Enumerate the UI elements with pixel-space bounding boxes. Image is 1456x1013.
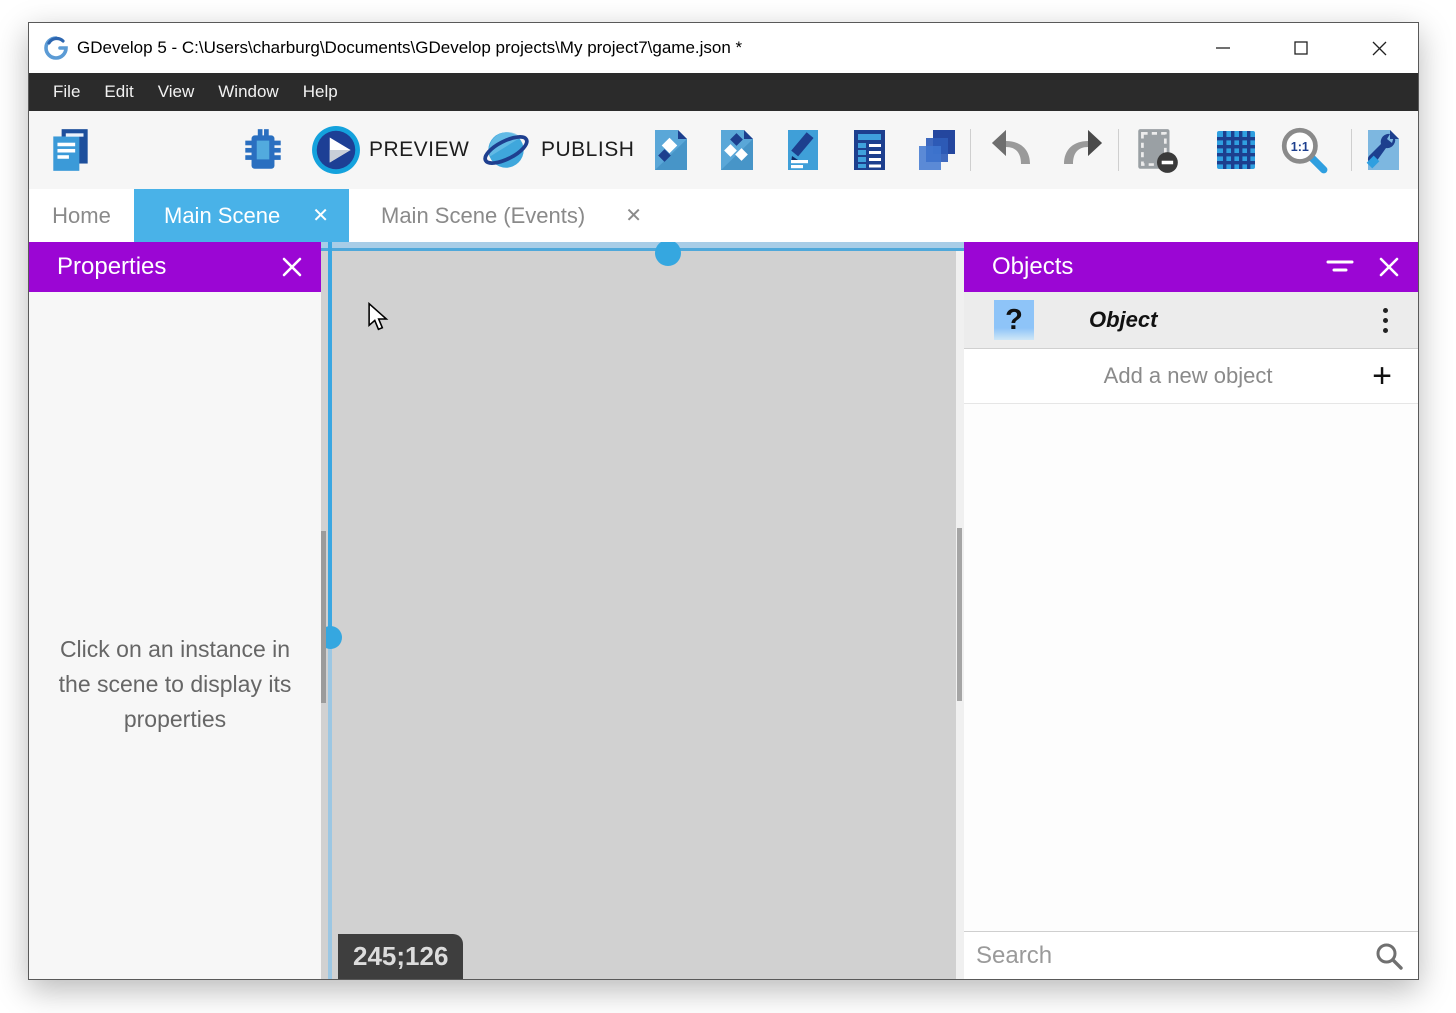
object-list-item[interactable]: ? Object <box>964 292 1418 349</box>
minimize-icon <box>1215 40 1231 56</box>
svg-text:1:1: 1:1 <box>1291 140 1309 154</box>
menu-edit[interactable]: Edit <box>92 73 145 111</box>
objects-file-icon <box>713 126 761 174</box>
scene-window-left-border <box>328 242 332 979</box>
add-object-row[interactable]: Add a new object + <box>964 349 1418 404</box>
grid-icon <box>1212 126 1260 174</box>
toolbar-separator <box>1351 129 1352 171</box>
properties-hint-text: Click on an instance in the scene to dis… <box>48 632 302 737</box>
object-menu-icon[interactable] <box>1383 308 1388 333</box>
toolbar: PREVIEW PUBLISH <box>29 111 1418 189</box>
edit-scene-button[interactable] <box>646 125 696 175</box>
edit-pencil-file-icon <box>780 126 828 174</box>
tab-home-label: Home <box>52 203 111 229</box>
layers-button[interactable] <box>912 125 962 175</box>
mask-icon <box>1132 125 1182 175</box>
scene-window-top-border <box>321 242 964 251</box>
project-manager-icon <box>46 125 96 175</box>
search-icon[interactable] <box>1374 941 1404 971</box>
debugger-icon <box>238 125 288 175</box>
window-title: GDevelop 5 - C:\Users\charburg\Documents… <box>77 38 742 58</box>
edit-objects-button[interactable] <box>712 125 762 175</box>
mouse-cursor-icon <box>366 302 390 332</box>
objects-search-bar <box>964 931 1418 979</box>
zoom-original-button[interactable]: 1:1 <box>1279 125 1329 175</box>
object-name: Object <box>1089 307 1157 333</box>
zoom-1-1-icon: 1:1 <box>1279 125 1329 175</box>
undo-icon <box>990 126 1038 174</box>
close-icon <box>1371 40 1388 57</box>
toolbar-separator <box>1118 129 1119 171</box>
tab-main-scene-events[interactable]: Main Scene (Events) ✕ <box>349 189 662 242</box>
close-button[interactable] <box>1340 23 1418 73</box>
objects-panel: Objects ? Object Add a new object + <box>964 242 1418 979</box>
main-content: Properties Click on an instance in the s… <box>29 242 1418 979</box>
cursor-coordinates-badge: 245;126 <box>338 934 463 979</box>
tab-close-icon[interactable]: ✕ <box>312 203 329 228</box>
object-thumbnail-icon: ? <box>994 300 1034 340</box>
objects-panel-title: Objects <box>992 253 1073 281</box>
maximize-button[interactable] <box>1262 23 1340 73</box>
maximize-icon <box>1293 40 1309 56</box>
preview-button[interactable] <box>311 125 361 175</box>
menu-bar: File Edit View Window Help <box>29 73 1418 111</box>
gdevelop-logo-icon <box>43 35 69 61</box>
play-icon <box>311 124 361 176</box>
properties-close-icon[interactable] <box>281 256 303 278</box>
publish-globe-icon <box>481 124 531 176</box>
tab-main-scene[interactable]: Main Scene ✕ <box>134 189 349 242</box>
publish-button[interactable] <box>481 125 531 175</box>
toolbar-separator <box>970 129 971 171</box>
redo-button[interactable] <box>1055 125 1105 175</box>
canvas-vertical-scrollbar-right[interactable] <box>957 528 962 701</box>
preview-label[interactable]: PREVIEW <box>369 111 469 189</box>
add-object-label: Add a new object <box>964 363 1372 389</box>
plus-icon: + <box>1372 359 1392 393</box>
wrench-file-icon <box>1360 126 1408 174</box>
publish-label[interactable]: PUBLISH <box>541 111 634 189</box>
scene-settings-button[interactable] <box>1359 125 1409 175</box>
tab-bar: Home Main Scene ✕ Main Scene (Events) ✕ <box>29 189 1418 242</box>
tab-close-icon[interactable]: ✕ <box>625 203 642 228</box>
toggle-grid-button[interactable] <box>1211 125 1261 175</box>
canvas-vertical-scrollbar-left[interactable] <box>321 531 326 703</box>
scene-border-handle-top[interactable] <box>655 242 681 266</box>
title-bar: GDevelop 5 - C:\Users\charburg\Documents… <box>29 23 1418 73</box>
edit-scene-properties-button[interactable] <box>779 125 829 175</box>
menu-view[interactable]: View <box>146 73 207 111</box>
objects-list-empty-area <box>964 404 1418 931</box>
debugger-button[interactable] <box>238 125 288 175</box>
layers-icon <box>913 126 961 174</box>
search-input[interactable] <box>964 942 1374 970</box>
scene-file-icon <box>647 126 695 174</box>
toggle-mask-button[interactable] <box>1132 125 1182 175</box>
objects-close-icon[interactable] <box>1378 256 1400 278</box>
properties-panel-header: Properties <box>29 242 321 292</box>
properties-panel-title: Properties <box>57 253 166 281</box>
scene-canvas[interactable]: 245;126 <box>321 242 964 979</box>
menu-help[interactable]: Help <box>291 73 350 111</box>
events-sheet-icon <box>846 126 894 174</box>
minimize-button[interactable] <box>1184 23 1262 73</box>
menu-window[interactable]: Window <box>206 73 290 111</box>
tab-home[interactable]: Home <box>29 189 134 242</box>
tab-main-scene-label: Main Scene <box>164 203 280 229</box>
undo-button[interactable] <box>989 125 1039 175</box>
gdevelop-window: GDevelop 5 - C:\Users\charburg\Documents… <box>28 22 1419 980</box>
open-events-button[interactable] <box>845 125 895 175</box>
redo-icon <box>1056 126 1104 174</box>
objects-panel-header: Objects <box>964 242 1418 292</box>
tab-main-scene-events-label: Main Scene (Events) <box>381 203 585 229</box>
filter-icon[interactable] <box>1326 258 1354 276</box>
menu-file[interactable]: File <box>41 73 92 111</box>
properties-panel: Properties Click on an instance in the s… <box>29 242 321 979</box>
project-manager-button[interactable] <box>46 125 96 175</box>
